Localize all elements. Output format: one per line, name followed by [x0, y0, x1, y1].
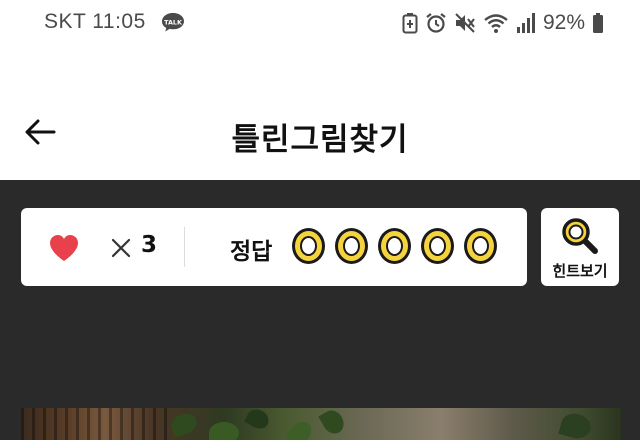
times-icon	[111, 238, 131, 258]
plant-leaf	[282, 417, 316, 440]
hint-label: 힌트보기	[552, 262, 608, 280]
answer-label: 정답	[230, 239, 273, 265]
puzzle-image[interactable]	[21, 408, 621, 440]
mute-icon	[454, 12, 476, 34]
talk-badge-text: TALK	[164, 18, 183, 26]
signal-icon	[516, 12, 536, 34]
plant-leaf	[558, 410, 594, 440]
divider	[184, 227, 185, 267]
talk-icon: TALK	[161, 12, 185, 32]
lives-count: 3	[141, 232, 158, 258]
answer-slot	[292, 228, 325, 264]
answer-slots	[292, 228, 497, 264]
carrier-time: SKT 11:05	[44, 10, 146, 33]
wifi-icon	[483, 12, 509, 34]
status-icons: 92%	[402, 10, 604, 36]
answer-slot	[378, 228, 411, 264]
plant-leaf	[168, 410, 200, 438]
magnifier-icon	[560, 216, 600, 256]
plant-leaf	[243, 408, 273, 433]
battery-saver-icon	[402, 12, 418, 34]
plant-leaf	[209, 422, 239, 440]
page-title: 틀린그림찾기	[231, 122, 409, 158]
answer-slot	[421, 228, 454, 264]
app-bar: 틀린그림찾기	[0, 48, 640, 180]
status-bar: SKT 11:05 TALK 92%	[0, 0, 640, 48]
game-area: 3 정답 힌트보기	[0, 180, 640, 440]
wood-slats	[21, 408, 171, 440]
plant-leaf	[318, 408, 348, 438]
scoreboard: 3 정답	[21, 208, 527, 286]
alarm-icon	[425, 12, 447, 34]
answer-slot	[335, 228, 368, 264]
hint-button[interactable]: 힌트보기	[541, 208, 619, 286]
answer-slot	[464, 228, 497, 264]
heart-icon	[48, 233, 80, 263]
battery-percent: 92%	[542, 11, 585, 34]
battery-icon	[592, 12, 604, 34]
